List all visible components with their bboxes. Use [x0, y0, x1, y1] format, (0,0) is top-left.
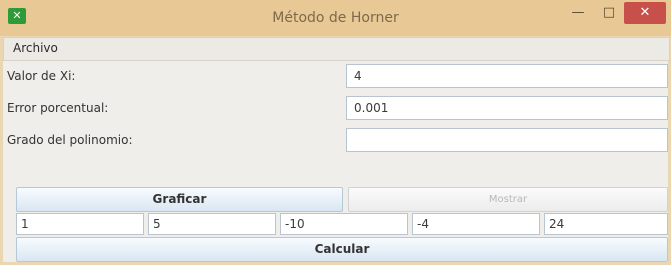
coefficient-field-1[interactable] — [16, 213, 144, 235]
xi-input[interactable] — [346, 64, 668, 88]
app-window: ✕ Método de Horner — □ ✕ Archivo Valor d… — [0, 0, 671, 265]
main-panel: Valor de Xi: Error porcentual: Grado del… — [3, 61, 668, 262]
grado-input[interactable] — [346, 128, 668, 152]
calcular-button[interactable]: Calcular — [16, 237, 668, 262]
xi-label: Valor de Xi: — [7, 69, 76, 83]
grado-label: Grado del polinomio: — [7, 133, 133, 147]
minimize-icon[interactable]: — — [563, 2, 593, 24]
graficar-button[interactable]: Graficar — [16, 187, 343, 212]
mostrar-button[interactable]: Mostrar — [348, 187, 668, 212]
error-input[interactable] — [346, 96, 668, 120]
close-icon[interactable]: ✕ — [624, 2, 666, 24]
coefficient-field-4[interactable] — [412, 213, 540, 235]
coefficient-field-2[interactable] — [148, 213, 276, 235]
error-label: Error porcentual: — [7, 101, 109, 115]
menu-bar: Archivo — [3, 37, 670, 61]
title-bar[interactable]: ✕ Método de Horner — □ ✕ — [0, 0, 671, 36]
maximize-icon[interactable]: □ — [594, 2, 624, 24]
coefficient-field-5[interactable] — [544, 213, 668, 235]
coefficient-field-3[interactable] — [280, 213, 408, 235]
menu-archivo[interactable]: Archivo — [13, 41, 58, 55]
